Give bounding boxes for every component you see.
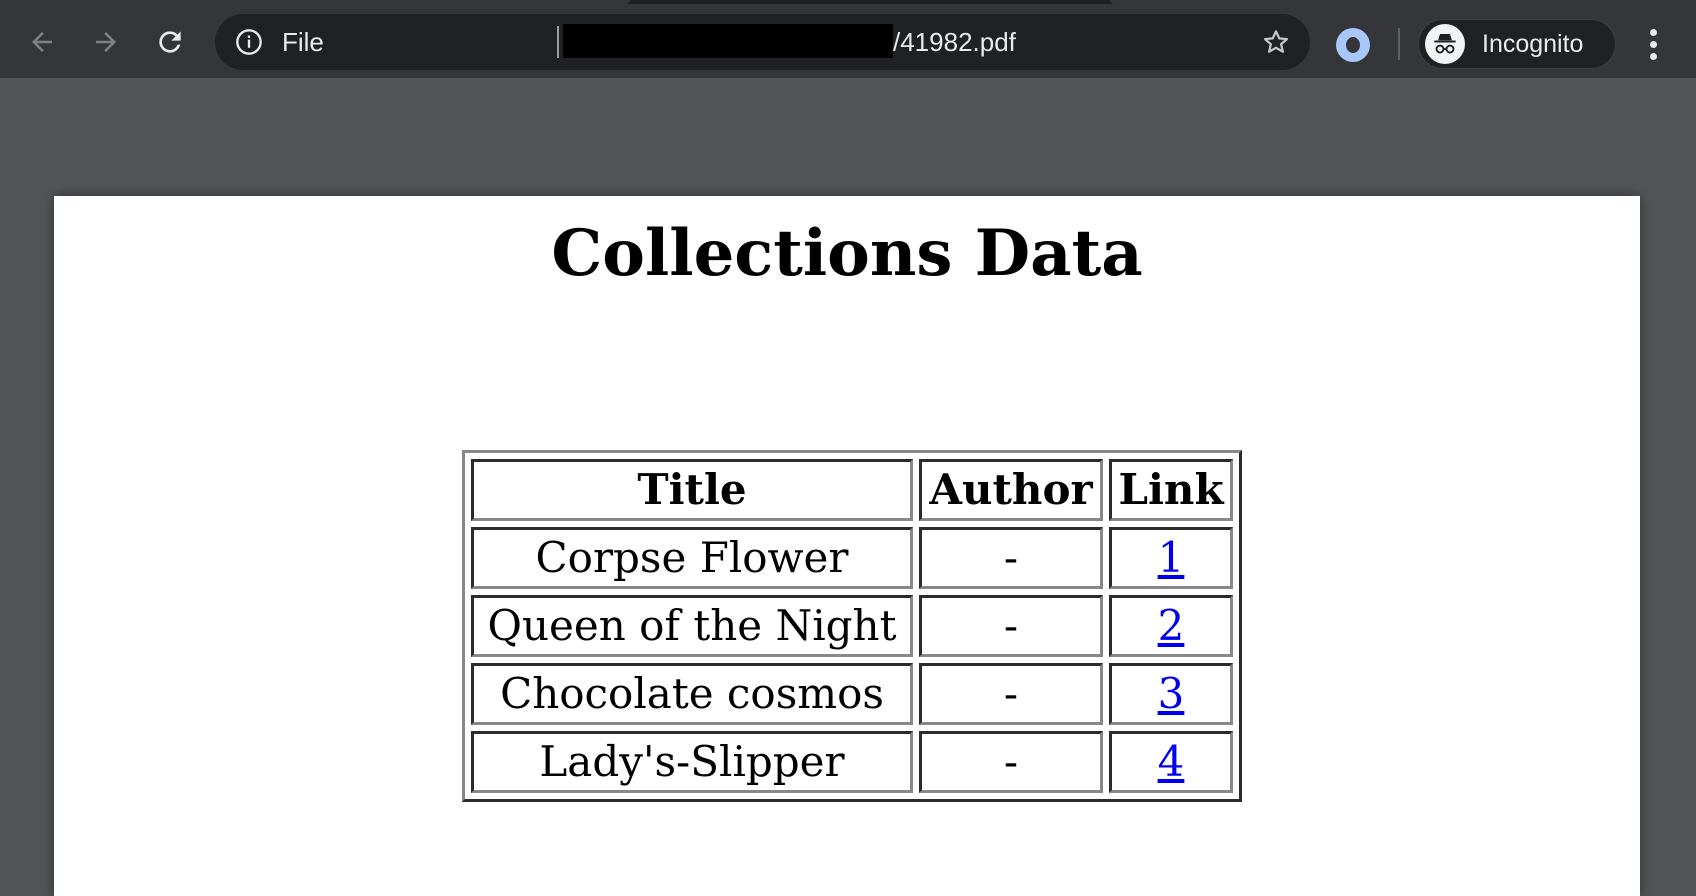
column-header-author: Author <box>919 459 1103 521</box>
collections-table-wrapper: Title Author Link Corpse Flower - 1 Quee… <box>462 450 1242 802</box>
table-row: Lady's-Slipper - 4 <box>471 731 1233 793</box>
table-header-row: Title Author Link <box>471 459 1233 521</box>
column-header-title: Title <box>471 459 913 521</box>
pdf-page: Collections Data Title Author Link Corps… <box>54 196 1640 896</box>
address-bar[interactable]: File /41982.pdf <box>215 14 1310 70</box>
title-cell: Queen of the Night <box>471 595 913 657</box>
info-icon[interactable] <box>235 28 263 56</box>
collections-table: Title Author Link Corpse Flower - 1 Quee… <box>462 450 1242 802</box>
author-cell: - <box>919 731 1103 793</box>
title-cell: Corpse Flower <box>471 527 913 589</box>
author-cell: - <box>919 595 1103 657</box>
toolbar-divider <box>1398 28 1400 60</box>
arrow-left-icon <box>32 32 52 52</box>
row-link[interactable]: 1 <box>1158 533 1185 582</box>
url-path: /41982.pdf <box>893 27 1016 57</box>
forward-button[interactable] <box>88 24 124 60</box>
kebab-menu-icon[interactable] <box>1636 24 1670 64</box>
url-separator <box>557 26 559 58</box>
arrow-right-icon <box>96 32 116 52</box>
row-link[interactable]: 3 <box>1158 669 1185 718</box>
star-icon <box>1264 30 1288 53</box>
row-link[interactable]: 2 <box>1158 601 1185 650</box>
author-cell: - <box>919 527 1103 589</box>
reload-icon <box>159 31 181 53</box>
link-cell: 4 <box>1109 731 1233 793</box>
link-cell: 3 <box>1109 663 1233 725</box>
column-header-link: Link <box>1109 459 1233 521</box>
back-button[interactable] <box>24 24 60 60</box>
row-link[interactable]: 4 <box>1158 737 1185 786</box>
extension-ring-icon[interactable] <box>1336 28 1370 62</box>
reload-button[interactable] <box>152 24 188 60</box>
table-row: Chocolate cosmos - 3 <box>471 663 1233 725</box>
page-title: Collections Data <box>551 216 1143 291</box>
table-row: Queen of the Night - 2 <box>471 595 1233 657</box>
pdf-viewer: Collections Data Title Author Link Corps… <box>0 78 1696 896</box>
author-cell: - <box>919 663 1103 725</box>
incognito-label: Incognito <box>1482 30 1584 58</box>
table-row: Corpse Flower - 1 <box>471 527 1233 589</box>
link-cell: 2 <box>1109 595 1233 657</box>
url-scheme-label: File <box>282 27 324 57</box>
link-cell: 1 <box>1109 527 1233 589</box>
incognito-icon <box>1425 24 1465 64</box>
incognito-profile-button[interactable]: Incognito <box>1418 19 1616 69</box>
title-cell: Chocolate cosmos <box>471 663 913 725</box>
redacted-url-segment <box>563 24 893 58</box>
title-cell: Lady's-Slipper <box>471 731 913 793</box>
browser-toolbar: File /41982.pdf Incognito <box>0 4 1696 78</box>
bookmark-button[interactable] <box>1260 26 1292 58</box>
